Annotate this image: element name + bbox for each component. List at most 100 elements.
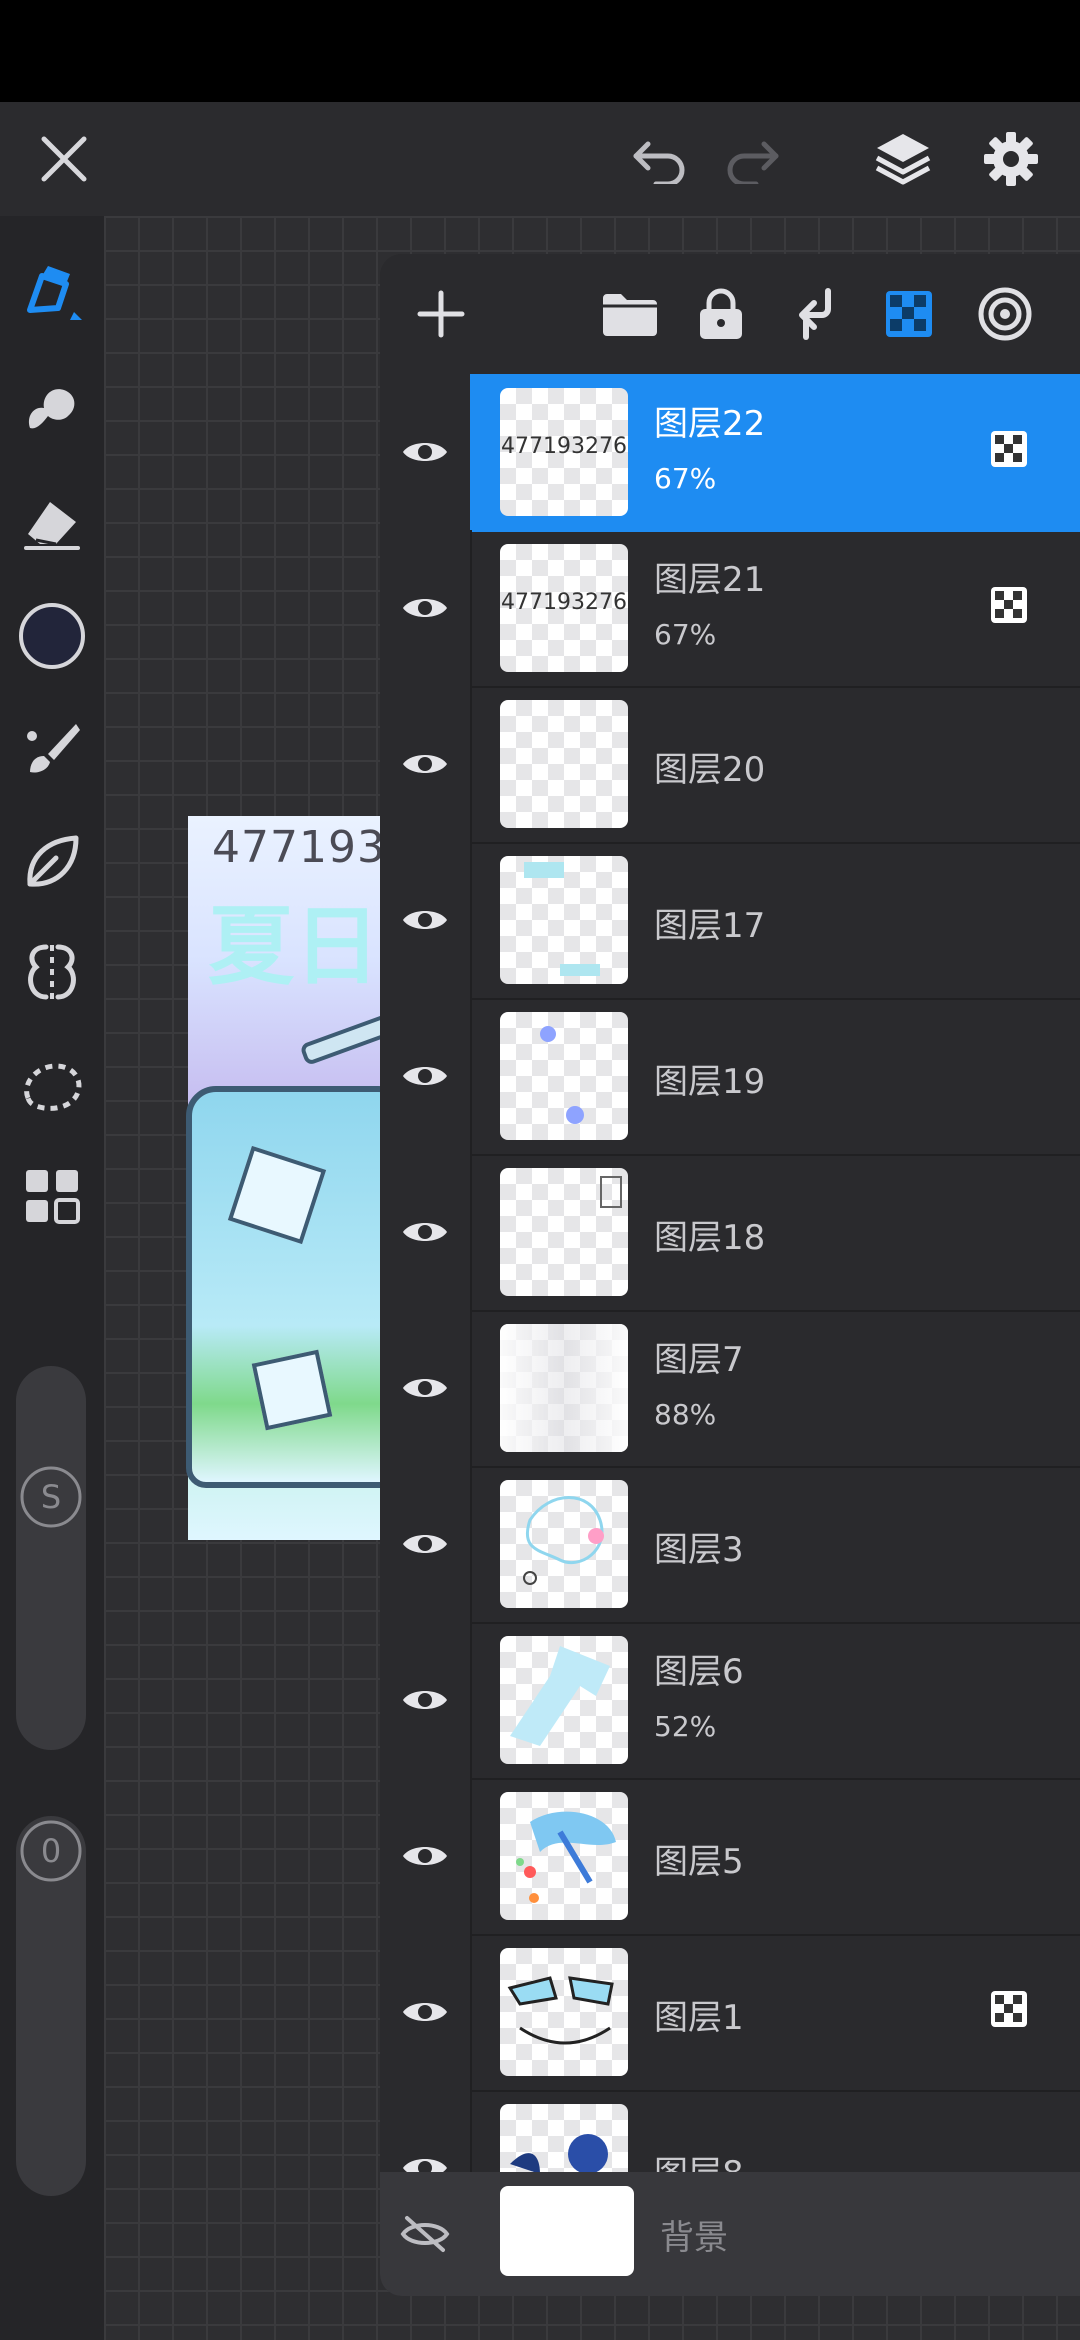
layer-thumbnail xyxy=(500,700,628,828)
visibility-toggle[interactable] xyxy=(380,1154,472,1310)
layer-row[interactable]: 图层7 88% xyxy=(380,1310,1080,1468)
alpha-lock-icon[interactable] xyxy=(874,254,944,374)
symmetry-icon[interactable] xyxy=(0,922,104,1022)
layer-row[interactable]: 图层3 xyxy=(380,1466,1080,1624)
layer-name: 图层5 xyxy=(654,1842,744,1882)
visibility-toggle[interactable] xyxy=(380,1310,472,1466)
visibility-toggle[interactable] xyxy=(380,998,472,1154)
smudge-icon[interactable] xyxy=(0,356,104,456)
layer-name: 图层8 xyxy=(654,2154,744,2174)
layer-name: 图层3 xyxy=(654,1530,744,1570)
eye-icon xyxy=(403,443,447,461)
redo-icon[interactable] xyxy=(712,102,792,216)
background-layer-row[interactable]: 背景 xyxy=(380,2172,1080,2296)
gear-icon[interactable] xyxy=(968,102,1054,216)
visibility-toggle[interactable] xyxy=(380,1934,472,2090)
visibility-toggle[interactable] xyxy=(380,1778,472,1934)
close-icon[interactable] xyxy=(24,102,104,216)
visibility-toggle[interactable] xyxy=(380,530,472,686)
layer-thumbnail: 477193276 xyxy=(500,388,628,516)
clipping-mask-icon xyxy=(991,1991,1027,2027)
layers-icon[interactable] xyxy=(860,102,946,216)
clipping-mask-icon xyxy=(991,587,1027,623)
color-swatch[interactable] xyxy=(0,586,104,686)
layer-name: 图层22 xyxy=(654,404,766,444)
layer-row[interactable]: 图层18 xyxy=(380,1154,1080,1312)
layer-name: 图层7 xyxy=(654,1340,744,1380)
layer-body[interactable]: 图层1 xyxy=(470,1934,1080,2092)
layer-name: 图层21 xyxy=(654,560,766,600)
visibility-toggle[interactable] xyxy=(380,2090,472,2174)
layer-body[interactable]: 图层3 xyxy=(470,1466,1080,1624)
eye-icon xyxy=(403,2003,447,2021)
visibility-toggle[interactable] xyxy=(380,1622,472,1778)
visibility-toggle[interactable] xyxy=(380,686,472,842)
eraser-icon[interactable] xyxy=(0,474,104,574)
size-knob[interactable]: S xyxy=(16,1462,86,1532)
layer-row[interactable]: 图层6 52% xyxy=(380,1622,1080,1780)
thumb-watermark: 477193276 xyxy=(501,434,627,459)
undo-icon[interactable] xyxy=(620,102,700,216)
layer-thumbnail: 477193276 xyxy=(500,544,628,672)
blend-icon[interactable] xyxy=(970,254,1040,374)
layer-thumbnail xyxy=(500,1168,628,1296)
layer-thumbnail xyxy=(500,1636,628,1764)
layer-body[interactable]: 图层18 xyxy=(470,1154,1080,1312)
clipping-mask-icon xyxy=(991,431,1027,467)
folder-icon[interactable] xyxy=(592,254,668,374)
eye-icon xyxy=(403,599,447,617)
layer-name: 图层6 xyxy=(654,1652,744,1692)
visibility-toggle[interactable] xyxy=(380,1466,472,1622)
visibility-toggle[interactable] xyxy=(380,374,472,530)
lock-icon[interactable] xyxy=(686,254,756,374)
lasso-icon[interactable] xyxy=(0,1036,104,1136)
layer-body[interactable]: 图层20 xyxy=(470,686,1080,844)
eye-icon xyxy=(403,1067,447,1085)
layer-row[interactable]: 图层1 xyxy=(380,1934,1080,2092)
merge-down-icon[interactable] xyxy=(780,254,850,374)
layer-body[interactable]: 图层5 xyxy=(470,1778,1080,1936)
layer-row[interactable]: 图层20 xyxy=(380,686,1080,844)
background-thumbnail xyxy=(500,2186,634,2276)
layer-body[interactable]: 图层19 xyxy=(470,998,1080,1156)
brush-size-slider[interactable]: S xyxy=(16,1366,86,1750)
brush-icon[interactable] xyxy=(0,700,104,800)
grid-icon[interactable] xyxy=(0,1146,104,1246)
layer-row[interactable]: 477193276 图层21 67% xyxy=(380,530,1080,688)
layer-thumbnail xyxy=(500,1012,628,1140)
pen-icon[interactable] xyxy=(0,244,104,344)
visibility-toggle[interactable] xyxy=(380,2172,470,2296)
layers-toolbar xyxy=(380,254,1080,374)
layer-row[interactable]: 图层5 xyxy=(380,1778,1080,1936)
layer-name: 图层19 xyxy=(654,1062,766,1102)
tool-sidebar: S 0 xyxy=(0,216,104,2340)
layer-body[interactable]: 477193276 图层21 67% xyxy=(470,530,1080,688)
opacity-label: 0 xyxy=(41,1832,61,1870)
layer-row[interactable]: 图层17 xyxy=(380,842,1080,1000)
layer-thumbnail xyxy=(500,856,628,984)
layer-thumbnail xyxy=(500,1324,628,1452)
size-label: S xyxy=(41,1478,61,1516)
layer-row[interactable]: 477193276 图层22 67% xyxy=(380,374,1080,532)
ice-cube-shape xyxy=(251,1349,333,1431)
leaf-icon[interactable] xyxy=(0,812,104,912)
opacity-knob[interactable]: 0 xyxy=(16,1816,86,1886)
add-layer-icon[interactable] xyxy=(406,254,476,374)
layer-body[interactable]: 图层6 52% xyxy=(470,1622,1080,1780)
layer-body[interactable]: 图层17 xyxy=(470,842,1080,1000)
layer-body[interactable]: 图层8 xyxy=(470,2090,1080,2174)
background-label: 背景 xyxy=(660,2218,728,2258)
layer-row[interactable]: 图层19 xyxy=(380,998,1080,1156)
layer-body[interactable]: 图层7 88% xyxy=(470,1310,1080,1468)
layer-body[interactable]: 477193276 图层22 67% xyxy=(470,374,1080,532)
visibility-toggle[interactable] xyxy=(380,842,472,998)
layer-opacity: 52% xyxy=(654,1710,717,1743)
layer-opacity: 67% xyxy=(654,462,717,495)
layer-list[interactable]: 477193276 图层22 67% 477193276 图层21 67% 图层… xyxy=(380,374,1080,2174)
opacity-slider[interactable]: 0 xyxy=(16,1816,86,2196)
layer-opacity: 88% xyxy=(654,1398,717,1431)
layer-name: 图层1 xyxy=(654,1998,744,2038)
top-bar xyxy=(0,102,1080,216)
eye-icon xyxy=(403,1535,447,1553)
layer-row[interactable]: 图层8 xyxy=(380,2090,1080,2174)
